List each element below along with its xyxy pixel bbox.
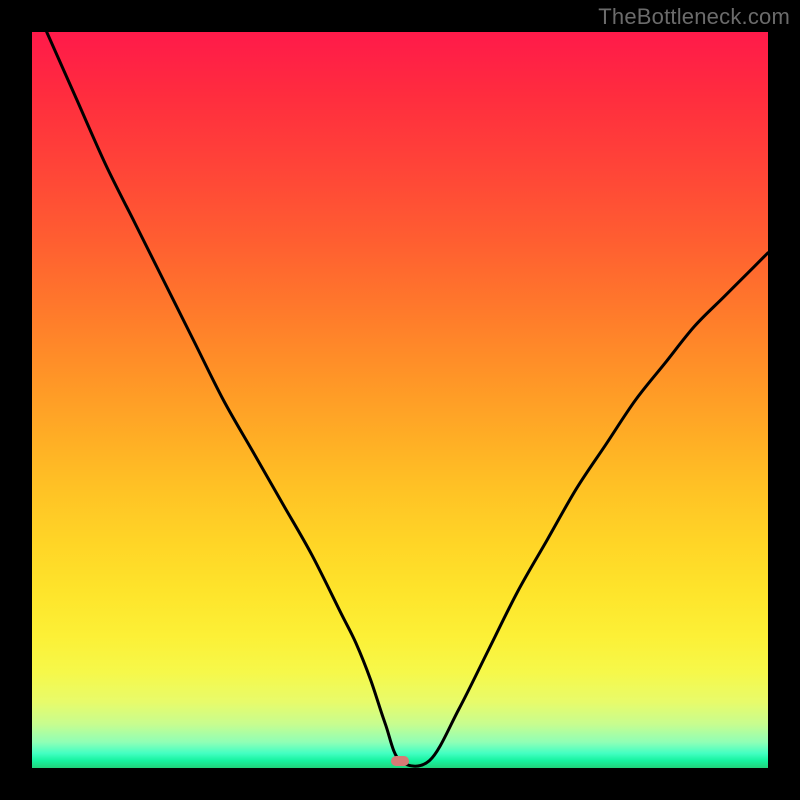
watermark-text: TheBottleneck.com [598,4,790,30]
plot-area [32,32,768,768]
bottleneck-curve [32,32,768,768]
chart-frame: TheBottleneck.com [0,0,800,800]
minimum-marker [391,756,409,766]
